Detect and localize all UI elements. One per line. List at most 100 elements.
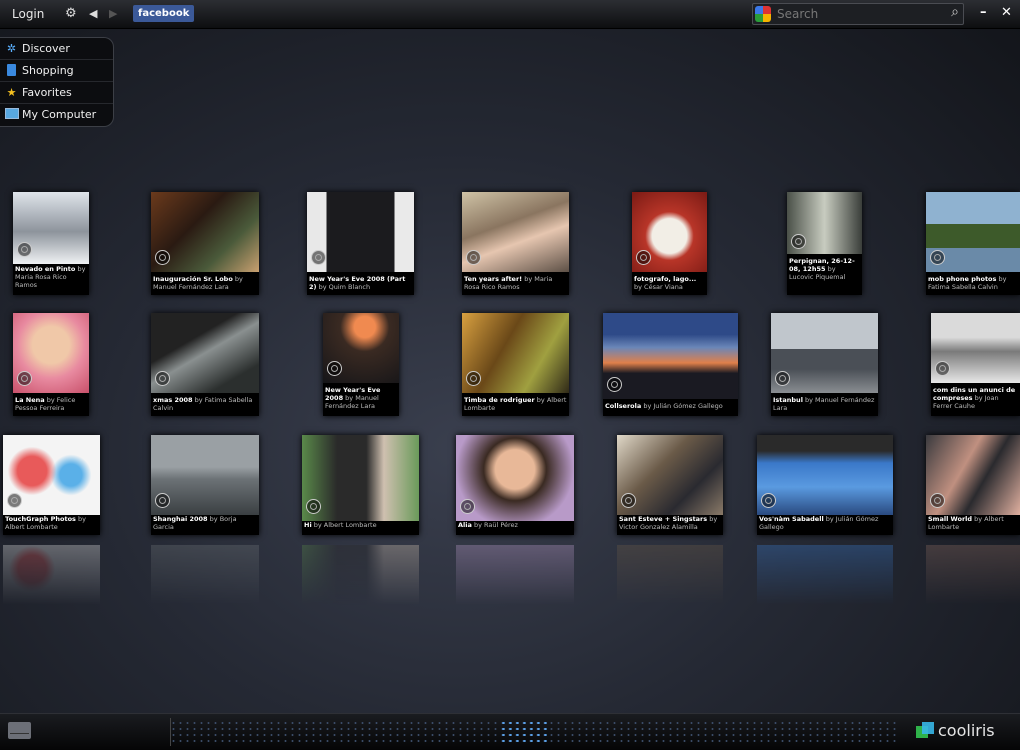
video-icon	[17, 242, 32, 257]
photo-title[interactable]: Istanbul	[773, 396, 803, 404]
video-icon	[466, 250, 481, 265]
back-arrow-icon[interactable]: ◀	[89, 5, 97, 23]
photo-reflection	[151, 545, 259, 605]
photo-tile[interactable]: Shanghai 2008 by Borja Garcia	[151, 435, 259, 535]
video-icon	[930, 493, 945, 508]
timeline-scrubber[interactable]	[170, 720, 900, 744]
source-menu: ✲ Discover Shopping ★ Favorites My Compu…	[0, 37, 114, 127]
photo-title[interactable]: Timba de rodriguer	[464, 396, 535, 404]
google-icon[interactable]	[755, 6, 771, 22]
photo-title[interactable]: Hi	[304, 521, 312, 529]
photo-tile[interactable]: TouchGraph Photos by Albert Lombarte	[3, 435, 100, 535]
photo-title[interactable]: xmas 2008	[153, 396, 193, 404]
photo-tile[interactable]: Inauguración Sr. Lobo by Manuel Fernánde…	[151, 192, 259, 295]
video-icon	[935, 361, 950, 376]
video-icon	[155, 371, 170, 386]
cooliris-logo-icon	[916, 721, 934, 740]
photo-author[interactable]: by Albert Lombarte	[314, 521, 377, 529]
menu-item-label: Discover	[22, 42, 70, 55]
video-icon	[761, 493, 776, 508]
photo-title[interactable]: La Nena	[15, 396, 45, 404]
photo-tile[interactable]: Small World by Albert Lombarte	[926, 435, 1020, 535]
close-icon[interactable]: ✕	[1001, 5, 1012, 20]
photo-author[interactable]: by Quim Blanch	[319, 283, 371, 291]
star-icon: ★	[6, 86, 17, 99]
photo-reflection	[617, 545, 723, 605]
video-icon	[17, 371, 32, 386]
photo-tile[interactable]: Sant Esteve + Singstars by Victor Gonzal…	[617, 435, 723, 535]
photo-thumbnail[interactable]	[603, 313, 738, 399]
timeline-position-indicator[interactable]	[500, 720, 548, 744]
video-icon	[306, 499, 321, 514]
photo-tile[interactable]: Vos'nàm Sabadell by Julián Gómez Gallego	[757, 435, 893, 535]
photo-title[interactable]: Inauguración Sr. Lobo	[153, 275, 233, 283]
photo-title[interactable]: Shanghai 2008	[153, 515, 208, 523]
menu-item-label: Favorites	[22, 86, 72, 99]
photo-title[interactable]: fotografo, lago...	[634, 275, 696, 283]
video-icon	[791, 234, 806, 249]
photo-title[interactable]: TouchGraph Photos	[5, 515, 76, 523]
photo-title[interactable]: Sant Esteve + Singstars	[619, 515, 707, 523]
video-icon	[7, 493, 22, 508]
photo-title[interactable]: Ten years after!	[464, 275, 522, 283]
video-icon	[155, 250, 170, 265]
search-box[interactable]: ⌕	[752, 3, 964, 25]
photo-tile[interactable]: Timba de rodriguer by Albert Lombarte	[462, 313, 569, 416]
photo-tile[interactable]: com dins un anunci de compreses by Joan …	[931, 313, 1020, 416]
photo-title[interactable]: Vos'nàm Sabadell	[759, 515, 824, 523]
video-icon	[327, 361, 342, 376]
menu-item-label: Shopping	[22, 64, 74, 77]
menu-item-favorites[interactable]: ★ Favorites	[0, 82, 113, 104]
menu-item-shopping[interactable]: Shopping	[0, 60, 113, 82]
photo-reflection	[3, 545, 100, 605]
search-icon[interactable]: ⌕	[951, 4, 959, 20]
photo-tile[interactable]: Perpignan, 26-12-08, 12h55 by Lucovic Pi…	[787, 192, 862, 295]
menu-item-label: My Computer	[22, 108, 97, 121]
login-button[interactable]: Login	[12, 7, 44, 21]
photo-tile[interactable]: Nevado en Pinto by Maria Rosa Rico Ramos	[13, 192, 89, 295]
photo-reflection	[926, 545, 1020, 605]
photo-title[interactable]: Small World	[928, 515, 972, 523]
search-input[interactable]	[775, 5, 939, 23]
photo-reflection	[456, 545, 574, 605]
photo-tile[interactable]: Alia by Raül Pérez	[456, 435, 574, 535]
photo-title[interactable]: Nevado en Pinto	[15, 265, 75, 273]
top-toolbar: Login ⚙ ◀ ▶ facebook ⌕ – ✕	[0, 0, 1020, 29]
photo-tile[interactable]: xmas 2008 by Fatima Sabella Calvin	[151, 313, 259, 416]
photo-tile[interactable]: Istanbul by Manuel Fernández Lara	[771, 313, 878, 416]
photo-reflection	[757, 545, 893, 605]
video-icon	[636, 250, 651, 265]
gear-icon[interactable]: ⚙	[65, 5, 77, 23]
photo-tile[interactable]: La Nena by Felice Pessoa Ferreira	[13, 313, 89, 416]
photo-tile[interactable]: fotografo, lago... by César Viana	[632, 192, 707, 295]
menu-item-discover[interactable]: ✲ Discover	[0, 38, 113, 60]
photo-author[interactable]: by César Viana	[634, 283, 683, 291]
photo-tile[interactable]: Ten years after! by Maria Rosa Rico Ramo…	[462, 192, 569, 295]
minimize-icon[interactable]: –	[980, 5, 987, 20]
video-icon	[607, 377, 622, 392]
video-icon	[155, 493, 170, 508]
menu-item-my-computer[interactable]: My Computer	[0, 104, 113, 125]
photo-tile[interactable]: Hi by Albert Lombarte	[302, 435, 419, 535]
photo-tile[interactable]: New Year's Eve 2008 (Part 2) by Quim Bla…	[307, 192, 414, 295]
shopping-bag-icon	[5, 64, 18, 77]
photo-title[interactable]: mob phone photos	[928, 275, 996, 283]
photo-tile[interactable]: mob phone photos by Fatima Sabella Calvi…	[926, 192, 1020, 295]
photo-title[interactable]: Collserola	[605, 402, 641, 410]
video-icon	[621, 493, 636, 508]
facebook-button[interactable]: facebook	[133, 5, 195, 22]
photo-title[interactable]: Perpignan, 26-12-08, 12h55	[789, 257, 855, 273]
cooliris-logo: cooliris	[916, 721, 995, 740]
bottom-bar: cooliris	[0, 713, 1020, 750]
photo-thumbnail[interactable]	[757, 435, 893, 515]
forward-arrow-icon[interactable]: ▶	[109, 5, 117, 23]
video-icon	[311, 250, 326, 265]
mail-icon[interactable]	[8, 722, 31, 739]
photo-author[interactable]: by Raül Pérez	[474, 521, 518, 529]
photo-author[interactable]: by Julián Gómez Gallego	[643, 402, 722, 410]
computer-icon	[5, 108, 19, 121]
photo-tile[interactable]: New Year's Eve 2008 by Manuel Fernández …	[323, 313, 399, 416]
photo-title[interactable]: Alia	[458, 521, 472, 529]
discover-icon: ✲	[6, 42, 17, 55]
photo-tile[interactable]: Collserola by Julián Gómez Gallego	[603, 313, 738, 416]
